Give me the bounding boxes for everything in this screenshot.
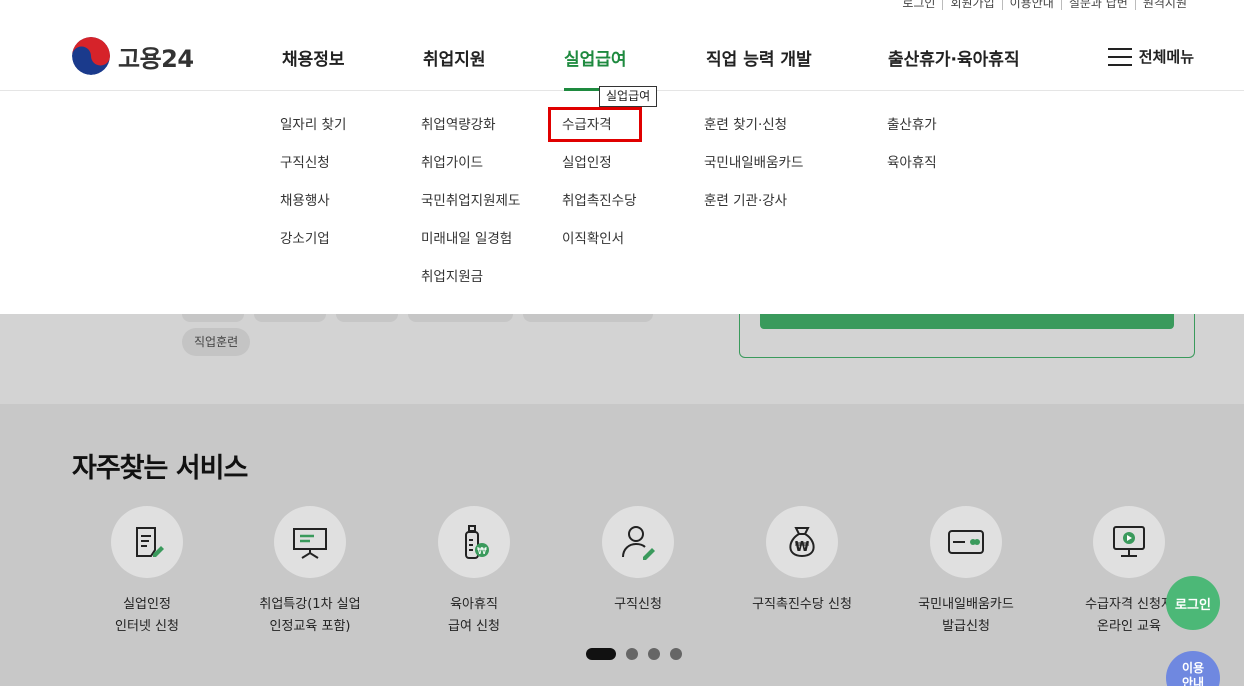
menu-column-employment-support: 취업역량강화 취업가이드 국민취업지원제도 미래내일 일경험 취업지원금 [421, 116, 520, 306]
guide-link[interactable]: 이용안내 [1001, 0, 1061, 10]
search-button[interactable] [760, 312, 1174, 329]
menu-item[interactable]: 이직확인서 [562, 230, 637, 268]
carousel-dot[interactable] [648, 648, 660, 660]
site-header: 로그인 회원가입 이용안내 질문과 답변 원격지원 고용24 채용정보 취업지원… [0, 0, 1244, 91]
menu-item[interactable]: 훈련 찾기·신청 [704, 116, 803, 154]
nav-item-unemployment-benefit[interactable]: 실업급여 [564, 45, 627, 70]
frequent-services-section: 자주찾는 서비스 실업인정 인터넷 신청 취업특강(1차 실업 인정교육 포함)… [0, 404, 1244, 686]
menu-item[interactable]: 출산휴가 [887, 116, 937, 154]
presentation-board-icon [274, 506, 346, 578]
document-pen-icon [111, 506, 183, 578]
carousel-dot[interactable] [670, 648, 682, 660]
menu-item[interactable]: 육아휴직 [887, 154, 937, 192]
menu-item[interactable]: 취업지원금 [421, 268, 520, 306]
floating-login-button[interactable]: 로그인 [1166, 576, 1220, 630]
monitor-play-icon [1093, 506, 1165, 578]
person-pen-icon [602, 506, 674, 578]
svg-text:₩: ₩ [795, 540, 810, 555]
menu-item[interactable]: 취업가이드 [421, 154, 520, 192]
menu-item[interactable]: 일자리 찾기 [280, 116, 346, 154]
carousel-pagination [586, 648, 682, 660]
menu-item[interactable]: 국민내일배움카드 [704, 154, 803, 192]
hamburger-icon [1107, 47, 1132, 66]
nav-item-employment-support[interactable]: 취업지원 [423, 45, 486, 70]
search-box-frame [739, 312, 1195, 358]
menu-item[interactable]: 강소기업 [280, 230, 346, 268]
service-label: 국민내일배움카드 발급신청 [918, 597, 1014, 634]
section-title: 자주찾는 서비스 [72, 453, 248, 484]
nav-tooltip: 실업급여 [599, 86, 658, 107]
nav-item-vocational-training[interactable]: 직업 능력 개발 [706, 45, 812, 70]
taegeuk-logo-icon [72, 37, 110, 75]
nav-item-job-info[interactable]: 채용정보 [282, 45, 345, 70]
menu-column-leave: 출산휴가 육아휴직 [887, 116, 937, 192]
signup-link[interactable]: 회원가입 [942, 0, 1001, 10]
service-item[interactable]: ₩ 구직촉진수당 신청 [722, 506, 882, 616]
site-logo[interactable]: 고용24 [72, 37, 194, 75]
remote-support-link[interactable]: 원격지원 [1134, 0, 1194, 10]
menu-item[interactable]: 채용행사 [280, 192, 346, 230]
menu-item[interactable]: 구직신청 [280, 154, 346, 192]
menu-item[interactable]: 실업인정 [562, 154, 637, 192]
all-menu-label: 전체메뉴 [1138, 48, 1194, 66]
logo-text: 고용24 [118, 44, 194, 73]
service-label: 구직촉진수당 신청 [752, 597, 852, 612]
service-label: 육아휴직 급여 신청 [448, 597, 500, 634]
baby-bottle-won-icon: ₩ [438, 506, 510, 578]
qna-link[interactable]: 질문과 답변 [1060, 0, 1135, 10]
all-menu-button[interactable]: 전체메뉴 [1107, 46, 1194, 67]
carousel-dot[interactable] [586, 648, 616, 660]
service-item[interactable]: 취업특강(1차 실업 인정교육 포함) [230, 506, 390, 638]
service-item[interactable]: 국민내일배움카드 발급신청 [886, 506, 1046, 638]
nav-item-maternity-parental-leave[interactable]: 출산휴가·육아휴직 [888, 45, 1020, 70]
keyword-tag-job-training[interactable]: 직업훈련 [182, 328, 251, 356]
menu-column-job-info: 일자리 찾기 구직신청 채용행사 강소기업 [280, 116, 346, 268]
carousel-dot[interactable] [626, 648, 638, 660]
menu-item[interactable]: 취업촉진수당 [562, 192, 637, 230]
dimmed-content: 직업훈련 [0, 312, 1244, 404]
menu-item[interactable]: 국민취업지원제도 [421, 192, 520, 230]
service-label: 취업특강(1차 실업 인정교육 포함) [259, 597, 361, 634]
menu-item[interactable]: 미래내일 일경험 [421, 230, 520, 268]
money-bag-icon: ₩ [766, 506, 838, 578]
keyword-pill-row [182, 314, 653, 322]
svg-text:₩: ₩ [477, 546, 487, 557]
menu-item[interactable]: 훈련 기관·강사 [704, 192, 803, 230]
service-item[interactable]: 실업인정 인터넷 신청 [67, 506, 227, 638]
service-label: 구직신청 [614, 597, 662, 612]
menu-column-vocational-training: 훈련 찾기·신청 국민내일배움카드 훈련 기관·강사 [704, 116, 803, 230]
service-item[interactable]: 구직신청 [558, 506, 718, 616]
highlight-box [548, 107, 642, 142]
menu-item[interactable]: 취업역량강화 [421, 116, 520, 154]
login-link[interactable]: 로그인 [895, 0, 942, 10]
service-item[interactable]: ₩ 육아휴직 급여 신청 [394, 506, 554, 638]
card-icon [930, 506, 1002, 578]
utility-links: 로그인 회원가입 이용안내 질문과 답변 원격지원 [895, 0, 1194, 10]
service-label: 실업인정 인터넷 신청 [115, 597, 179, 634]
